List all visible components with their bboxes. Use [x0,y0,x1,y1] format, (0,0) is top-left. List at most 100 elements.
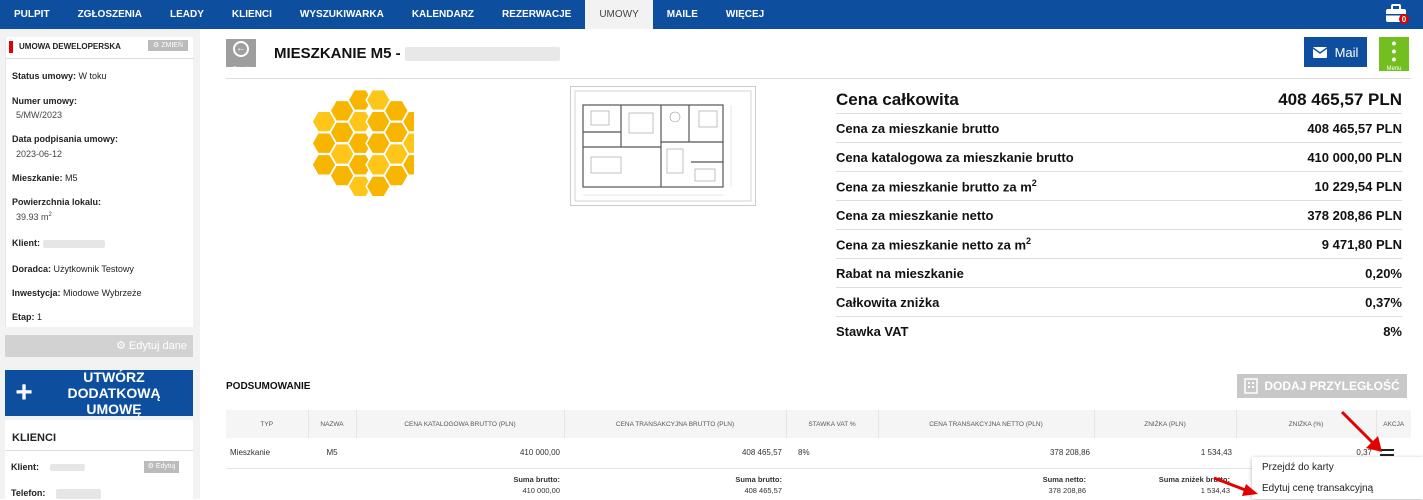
edit-data-button[interactable]: ⚙ Edytuj dane [5,335,193,357]
price-label: Całkowita zniżka [836,294,940,310]
menu-label: Menu [1386,66,1402,72]
nav-item-rezerwacje[interactable]: REZERWACJE [488,0,585,29]
price-row: Cena za mieszkanie netto za m2 9 471,80 P… [836,230,1402,259]
notification-badge: 0 [1402,15,1407,24]
price-row: Cena całkowita 408 465,57 PLN [836,86,1402,114]
investment-value: Miodowe Wybrzeże [63,288,142,298]
advisor-field: Doradca: Użytkownik Testowy [12,264,134,274]
phone-row: Telefon: [11,488,101,499]
nav-item-pulpit[interactable]: PULPIT [0,0,64,29]
price-value: 9 471,80 PLN [1321,236,1402,252]
divider [6,58,194,59]
add-adjacency-button[interactable]: DODAJ PRZYLEGŁOŚĆ [1237,374,1407,398]
gear-icon: ⚙ [147,463,154,470]
price-value: 0,37% [1365,294,1402,310]
advisor-value: Użytkownik Testowy [53,264,134,274]
plus-icon: + [15,376,33,409]
honeycomb-logo [310,86,428,208]
briefcase-icon[interactable]: 0 [1385,3,1409,25]
client-field: Klient: [12,238,105,248]
gear-icon: ⚙ [115,340,126,352]
price-row: Stawka VAT 8% [836,317,1402,346]
client-name-redacted [49,464,85,472]
arrow-left-icon: ← [233,41,249,57]
apartment-value: M5 [65,173,78,183]
cell-typ: Mieszkanie [226,438,308,469]
investment-field: Inwestycja: Miodowe Wybrzeże [12,288,142,298]
price-row: Cena za mieszkanie brutto 408 465,57 PLN [836,114,1402,143]
sum-brutto-katalogowa: Suma brutto: 410 000,00 [513,475,560,495]
nav-item-zgloszenia[interactable]: ZGŁOSZENIA [64,0,156,29]
envelope-icon [1312,46,1327,58]
price-value: 0,20% [1365,265,1402,281]
nav-item-kalendarz[interactable]: KALENDARZ [398,0,488,29]
col-typ: TYP [226,410,309,438]
number-value: 5/MW/2023 [16,110,63,120]
price-label: Stawka VAT [836,324,909,339]
edit-client-label: Edytuj [155,463,176,470]
menu-button[interactable]: • • • Menu [1379,35,1409,72]
price-label: Cena całkowita [836,89,959,109]
sign-date-label: Data podpisania umowy: [12,134,119,144]
phone-redacted [55,488,101,499]
status-value: W toku [78,71,107,81]
area-label: Powierzchnia lokalu: [12,197,102,207]
change-button-label: ZMIEŃ [161,42,183,49]
nav-item-leady[interactable]: LEADY [156,0,218,29]
sum-brutto-transakcyjna: Suma brutto: 408 465,57 [735,475,782,495]
clients-box: KLIENCI Klient: ⚙ Edytuj Telefon: [5,420,193,500]
price-row: Całkowita zniżka 0,37% [836,288,1402,317]
nav-item-umowy[interactable]: UMOWY [585,0,653,29]
cell-znizka-pln: 1 534,43 [1094,438,1236,469]
price-label: Rabat na mieszkanie [836,265,964,281]
edit-client-button[interactable]: ⚙ Edytuj [144,461,179,473]
divider [226,78,1411,79]
context-menu: Przejdź do karty Edytuj cenę transakcyjn… [1252,457,1423,499]
cell-netto: 378 208,86 [878,438,1094,469]
price-row: Cena za mieszkanie brutto za m2 10 229,54… [836,172,1402,201]
mail-button[interactable]: Mail [1304,37,1367,67]
status-field: Status umowy: W toku [12,71,107,81]
price-label: Cena za mieszkanie brutto za m2 [836,177,1037,195]
nav-item-wyszukiwarka[interactable]: WYSZUKIWARKA [286,0,398,29]
price-row: Cena katalogowa za mieszkanie brutto 410 … [836,143,1402,172]
number-label: Numer umowy: [12,96,78,106]
summary-table: TYP NAZWA CENA KATALOGOWA BRUTTO (PLN) C… [226,410,1411,469]
nav-item-wiecej[interactable]: WIĘCEJ [712,0,778,29]
area-value: 39.93 m2 [16,212,52,222]
cell-katalogowa: 410 000,00 [356,438,564,469]
add-adjacency-label: DODAJ PRZYLEGŁOŚĆ [1264,379,1400,393]
page-header: ← Powrót MIESZKANIE M5 - Mail • • • Menu [226,35,1411,72]
table-header-row: TYP NAZWA CENA KATALOGOWA BRUTTO (PLN) C… [226,410,1411,438]
contract-info-box: UMOWA DEWELOPERSKA ⚙ ZMIEŃ Status umowy:… [5,37,194,327]
price-value: 8% [1383,324,1402,339]
back-button[interactable]: ← Powrót [226,39,256,72]
change-button[interactable]: ⚙ ZMIEŃ [148,40,188,51]
floor-plan-image[interactable] [570,86,756,206]
nav-item-maile[interactable]: MAILE [653,0,712,29]
price-value: 10 229,54 PLN [1314,178,1402,194]
price-summary: Cena całkowita 408 465,57 PLN Cena za mies… [836,86,1402,346]
top-nav: PULPIT ZGŁOSZENIA LEADY KLIENCI WYSZUKIW… [0,0,1423,29]
price-label: Cena za mieszkanie netto za m2 [836,235,1032,253]
building-icon [1244,378,1259,394]
price-row: Rabat na mieszkanie 0,20% [836,259,1402,288]
title-redacted [404,47,560,62]
arrow-annotation-icon [1213,476,1258,496]
create-additional-contract-button[interactable]: + UTWÓRZ DODATKOWĄ UMOWĘ [5,369,193,417]
table-row: Mieszkanie M5 410 000,00 408 465,57 8% 3… [226,438,1411,469]
cell-transakcyjna: 408 465,57 [564,438,786,469]
col-netto: CENA TRANSAKCYJNA NETTO (PLN) [878,410,1095,438]
col-katalogowa: CENA KATALOGOWA BRUTTO (PLN) [356,410,565,438]
sum-netto: Suma netto: 378 208,86 [1042,475,1086,495]
create-contract-label: UTWÓRZ DODATKOWĄ UMOWĘ [67,369,161,417]
price-value: 408 465,57 PLN [1307,120,1402,136]
menu-item-edit-transaction-price[interactable]: Edytuj cenę transakcyjną [1252,478,1423,499]
vertical-dots-icon: • • • [1391,35,1397,67]
apartment-field: Mieszkanie: M5 [12,173,78,183]
page-title: MIESZKANIE M5 - [274,45,560,62]
col-znizka-pln: ZNIŻKA (PLN) [1094,410,1237,438]
menu-item-go-to-card[interactable]: Przejdź do karty [1252,457,1423,478]
cell-nazwa: M5 [308,438,356,469]
nav-item-klienci[interactable]: KLIENCI [218,0,286,29]
